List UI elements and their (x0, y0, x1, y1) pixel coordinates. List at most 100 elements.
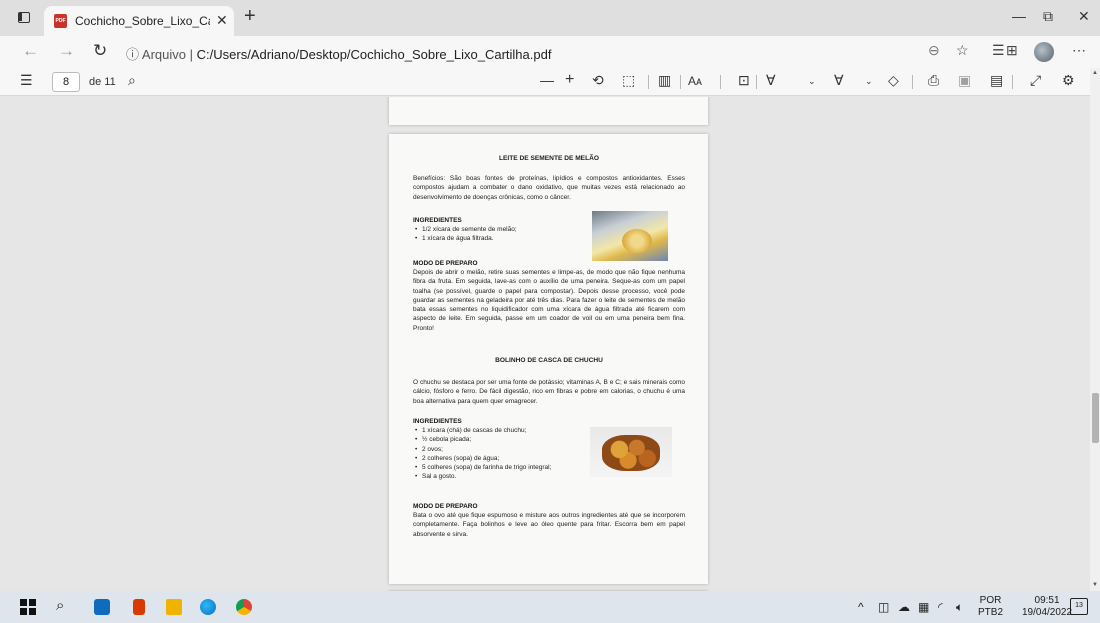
text-box-icon[interactable]: ⊡ (738, 72, 750, 89)
info-icon[interactable]: ⓘ (126, 47, 139, 62)
meet-now-icon[interactable]: ◫ (878, 600, 889, 614)
separator (912, 75, 913, 89)
text-size-button[interactable]: Aᴀ (688, 74, 702, 88)
network-icon[interactable]: ▦ (918, 600, 929, 614)
favorites-icon[interactable]: ☰ (992, 42, 1005, 59)
draw-options-chevron-icon[interactable]: ⌄ (808, 76, 816, 87)
collections-icon[interactable]: ⊞ (1006, 42, 1018, 59)
refresh-icon[interactable]: ↻ (93, 41, 107, 61)
current-page: LEITE DE SEMENTE DE MELÃO Benefícios: Sã… (389, 134, 708, 584)
show-hidden-icons-chevron-icon[interactable]: ^ (858, 600, 864, 614)
pdf-file-icon: PDF (54, 14, 67, 28)
start-windows-icon[interactable] (20, 599, 36, 615)
recipe-title-1: LEITE DE SEMENTE DE MELÃO (498, 155, 599, 162)
separator (648, 75, 649, 89)
zoom-in-button[interactable]: + (565, 71, 574, 89)
highlight-options-chevron-icon[interactable]: ⌄ (865, 76, 873, 87)
outlook-icon[interactable] (94, 599, 110, 615)
pdf-toolbar: ☰ 8 de 11 ⌕ — + ⟲ ⬚ ▥ Aᴀ ⊡ ∀ ⌄ ∀ ⌄ ◇ ⎙ ▣… (0, 68, 1100, 96)
back-icon[interactable]: ← (22, 41, 39, 61)
draw-icon[interactable]: ∀ (766, 72, 776, 89)
clock[interactable]: 09:51 19/04/2022 (1022, 595, 1072, 619)
page-view-icon[interactable]: ▥ (658, 72, 671, 89)
list-item: 1 xícara (chá) de cascas de chuchu; (413, 426, 593, 436)
settings-gear-icon[interactable]: ⚙ (1062, 72, 1075, 89)
list-item: 2 ovos; (413, 445, 593, 455)
page-count: de 11 (89, 76, 116, 88)
separator (1012, 75, 1013, 89)
language-indicator[interactable]: POR PTB2 (978, 595, 1003, 619)
separator (756, 75, 757, 89)
tab-title: Cochicho_Sobre_Lixo_Cartilha.pdf (75, 14, 210, 28)
fit-page-icon[interactable]: ⬚ (622, 72, 635, 89)
zoom-out-button[interactable]: — (540, 72, 554, 88)
language-code: POR (979, 595, 1002, 606)
contents-icon[interactable]: ☰ (20, 72, 33, 89)
minimize-button[interactable]: — (1012, 8, 1026, 24)
recipe-title-2: BOLINHO DE CASCA DE CHUCHU (495, 357, 603, 364)
zoom-icon[interactable]: ⊖ (928, 42, 940, 59)
method-paragraph-1: Depois de abrir o melão, retire suas sem… (413, 269, 685, 332)
address-field[interactable]: ⓘ Arquivo | C:/Users/Adriano/Desktop/Coc… (126, 44, 551, 63)
melon-image (592, 211, 668, 261)
active-tab[interactable]: PDF Cochicho_Sobre_Lixo_Cartilha.pdf ✕ (44, 6, 234, 36)
scroll-up-arrow-icon[interactable]: ▲ (1092, 70, 1098, 76)
eraser-icon[interactable]: ◇ (888, 72, 899, 89)
list-item: ½ cebola picada; (413, 435, 593, 445)
scrollbar[interactable] (1090, 68, 1100, 591)
chrome-icon[interactable] (236, 599, 252, 615)
ingredients-heading-2: INGREDIENTES (413, 418, 462, 425)
notifications-icon[interactable]: 13 (1070, 598, 1088, 615)
scroll-down-arrow-icon[interactable]: ▼ (1092, 582, 1098, 588)
profile-avatar[interactable] (1034, 42, 1054, 62)
taskbar: ⌕ ^ ◫ ☁ ▦ ◜ 🔈︎ POR PTB2 09:51 19/04/2022… (0, 591, 1100, 623)
highlight-icon[interactable]: ∀ (834, 72, 844, 89)
method-heading-2: MODO DE PREPARO (413, 503, 478, 510)
list-item: 5 colheres (sopa) de farinha de trigo in… (413, 463, 593, 473)
clock-date: 19/04/2022 (1022, 607, 1073, 618)
document-viewer[interactable]: LEITE DE SEMENTE DE MELÃO Benefícios: Sã… (0, 97, 1100, 591)
search-icon[interactable]: ⌕ (56, 597, 72, 614)
search-icon[interactable]: ⌕ (128, 72, 136, 89)
scrollbar-thumb[interactable] (1092, 393, 1099, 443)
ingredients-heading-1: INGREDIENTES (413, 217, 462, 224)
tab-actions-icon[interactable] (18, 12, 30, 23)
ingredients-list-2: 1 xícara (chá) de cascas de chuchu; ½ ce… (413, 426, 593, 482)
wifi-icon[interactable]: ◜ (938, 600, 943, 614)
tab-strip: PDF Cochicho_Sobre_Lixo_Cartilha.pdf ✕ +… (0, 0, 1100, 36)
keyboard-layout: PTB2 (978, 607, 1004, 618)
onedrive-cloud-icon[interactable]: ☁ (898, 600, 910, 614)
url-text: C:/Users/Adriano/Desktop/Cochicho_Sobre_… (196, 47, 552, 62)
page-number-input[interactable]: 8 (52, 72, 80, 92)
separator (720, 75, 721, 89)
save-as-icon[interactable]: ▤ (990, 72, 1003, 89)
list-item: Sal a gosto. (413, 472, 593, 482)
ingredients-list-1: 1/2 xícara de semente de melão; 1 xícara… (413, 225, 593, 244)
previous-page (389, 97, 708, 125)
edge-icon[interactable] (200, 599, 216, 615)
address-separator: | (189, 47, 194, 62)
method-paragraph-2: Bata o ovo até que fique espumoso e mist… (413, 512, 685, 538)
favorite-star-icon[interactable]: ☆ (956, 42, 969, 59)
forward-icon[interactable]: → (58, 41, 75, 61)
restore-button[interactable]: ⧉ (1043, 8, 1053, 25)
print-icon[interactable]: ⎙ (928, 72, 939, 89)
rotate-icon[interactable]: ⟲ (592, 72, 604, 89)
more-icon[interactable]: ⋯ (1072, 42, 1086, 59)
office-icon[interactable] (133, 599, 145, 615)
benefits-paragraph-1: Benefícios: São boas fontes de proteínas… (413, 175, 685, 201)
close-tab-icon[interactable]: ✕ (216, 12, 228, 29)
method-heading-1: MODO DE PREPARO (413, 260, 478, 267)
fullscreen-icon[interactable]: ⤢ (1030, 72, 1041, 89)
save-icon[interactable]: ▣ (958, 72, 971, 89)
list-item: 2 colheres (sopa) de água; (413, 454, 593, 464)
volume-icon[interactable]: 🔈︎ (956, 600, 963, 615)
file-explorer-icon[interactable] (166, 599, 182, 615)
address-prefix: Arquivo (141, 47, 186, 62)
chuchu-fritters-image (590, 427, 672, 477)
new-tab-button[interactable]: + (244, 5, 256, 28)
address-bar-row: ← → ↻ ⓘ Arquivo | C:/Users/Adriano/Deskt… (0, 36, 1100, 68)
benefits-paragraph-2: O chuchu se destaca por ser uma fonte de… (413, 379, 685, 405)
list-item: 1/2 xícara de semente de melão; (413, 225, 593, 235)
close-window-button[interactable]: ✕ (1078, 8, 1090, 25)
